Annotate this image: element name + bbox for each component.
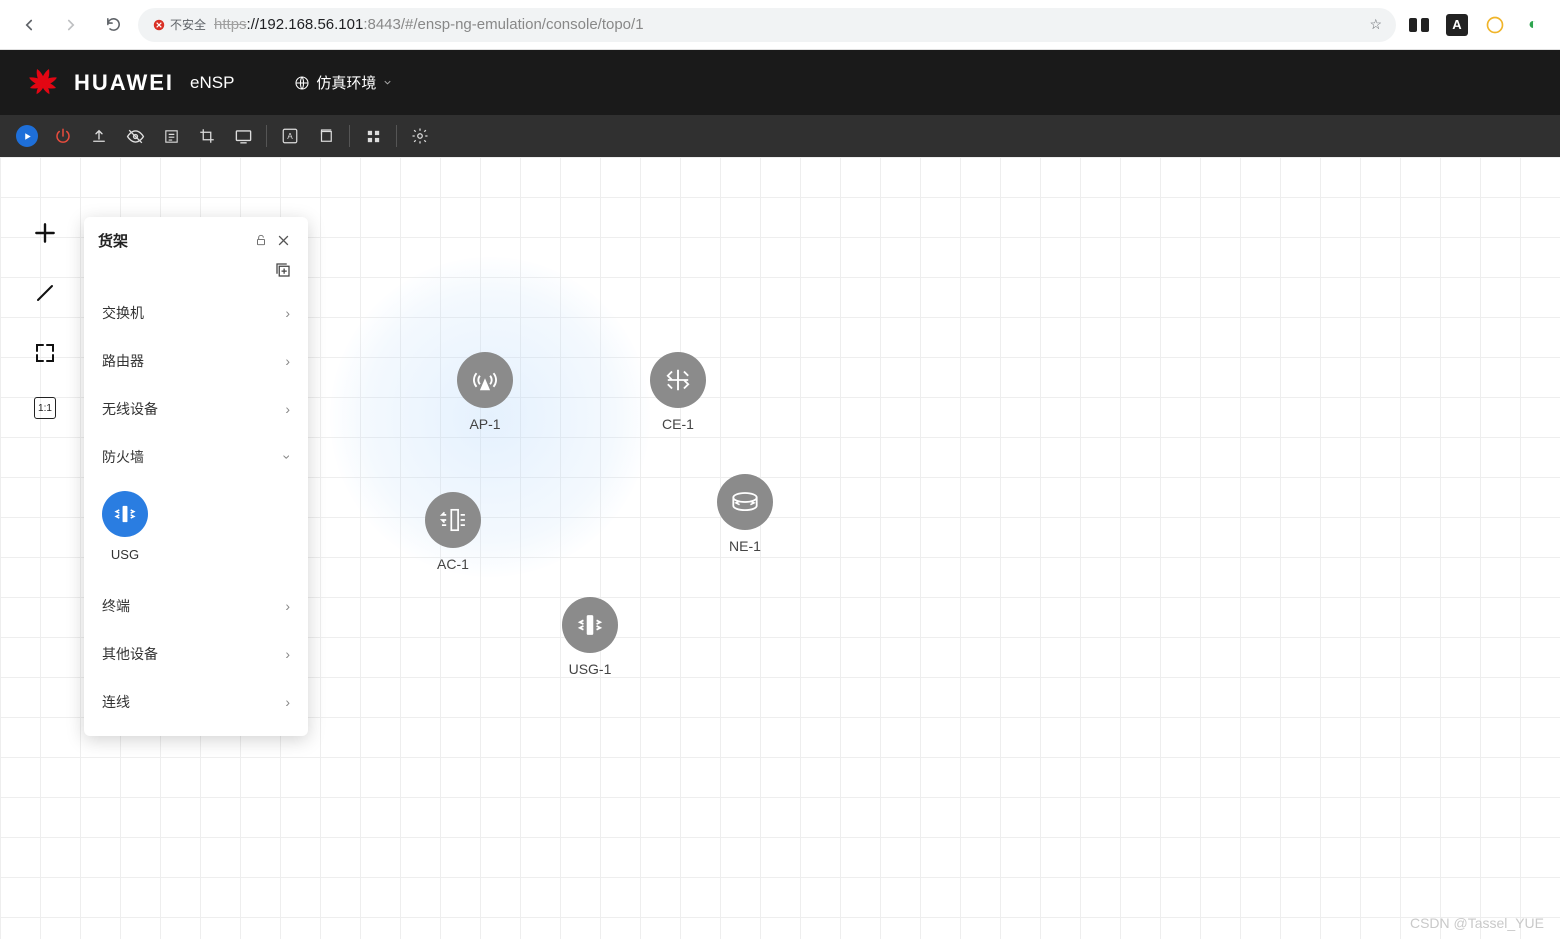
category-firewall[interactable]: 防火墙›	[88, 433, 304, 481]
node-ne-1[interactable]: NE-1	[717, 474, 773, 554]
node-label: NE-1	[729, 538, 761, 554]
chevron-right-icon: ›	[285, 353, 290, 369]
ap-icon	[457, 352, 513, 408]
line-tool[interactable]	[29, 277, 61, 309]
category-terminal[interactable]: 终端›	[88, 582, 304, 630]
extension-icon-4[interactable]: ◐	[1522, 14, 1544, 36]
grid-button[interactable]	[356, 119, 390, 153]
env-label: 仿真环境	[316, 72, 376, 93]
chevron-right-icon: ›	[285, 598, 290, 614]
upload-button[interactable]	[82, 119, 116, 153]
node-label: CE-1	[662, 416, 694, 432]
crop-button[interactable]	[190, 119, 224, 153]
ne-icon	[717, 474, 773, 530]
shelf-panel: 货架 交换机› 路由器› 无线设备› 防火墙› USG 终端› 其他设备› 连线	[84, 217, 308, 736]
settings-button[interactable]	[403, 119, 437, 153]
logo: HUAWEI eNSP	[24, 64, 234, 102]
node-ap-1[interactable]: AP-1	[457, 352, 513, 432]
chevron-right-icon: ›	[285, 646, 290, 662]
topology-canvas[interactable]: 1:1 货架 交换机› 路由器› 无线设备› 防火墙› USG	[0, 157, 1560, 939]
text-capture-button[interactable]: A	[273, 119, 307, 153]
panel-title: 货架	[98, 230, 250, 251]
back-button[interactable]	[12, 8, 46, 42]
category-other[interactable]: 其他设备›	[88, 630, 304, 678]
chevron-down-icon	[382, 77, 393, 88]
chevron-right-icon: ›	[285, 401, 290, 417]
globe-icon	[294, 75, 310, 91]
chevron-right-icon: ›	[285, 694, 290, 710]
ce-icon	[650, 352, 706, 408]
usg-label: USG	[111, 547, 139, 562]
browser-bar: 不安全 https://192.168.56.101:8443/#/ensp-n…	[0, 0, 1560, 50]
category-router[interactable]: 路由器›	[88, 337, 304, 385]
brand-name: HUAWEI	[74, 70, 174, 96]
node-ac-1[interactable]: AC-1	[425, 492, 481, 572]
category-switch[interactable]: 交换机›	[88, 289, 304, 337]
usg-icon	[102, 491, 148, 537]
reload-button[interactable]	[96, 8, 130, 42]
brand-sub: eNSP	[190, 73, 234, 93]
play-button[interactable]	[10, 119, 44, 153]
canvas-tools: 1:1	[22, 217, 68, 419]
extension-icon-2[interactable]: A	[1446, 14, 1468, 36]
add-tool[interactable]	[29, 217, 61, 249]
extension-icon-3[interactable]	[1484, 14, 1506, 36]
svg-text:A: A	[287, 132, 293, 141]
node-ce-1[interactable]: CE-1	[650, 352, 706, 432]
extension-icon-1[interactable]	[1408, 14, 1430, 36]
list-button[interactable]	[154, 119, 188, 153]
lock-icon[interactable]	[250, 229, 272, 251]
node-label: USG-1	[569, 661, 612, 677]
app-header: HUAWEI eNSP 仿真环境	[0, 50, 1560, 115]
power-button[interactable]	[46, 119, 80, 153]
ac-icon	[425, 492, 481, 548]
add-stack-icon[interactable]	[272, 259, 294, 281]
scale-tool[interactable]: 1:1	[34, 397, 56, 419]
node-label: AP-1	[469, 416, 500, 432]
usg-node-icon	[562, 597, 618, 653]
env-menu[interactable]: 仿真环境	[294, 72, 393, 93]
windows-button[interactable]	[309, 119, 343, 153]
insecure-badge: 不安全	[152, 16, 206, 33]
chevron-down-icon: ›	[280, 455, 296, 460]
toolbar: A	[0, 115, 1560, 157]
chevron-right-icon: ›	[285, 305, 290, 321]
node-label: AC-1	[437, 556, 469, 572]
fullscreen-tool[interactable]	[29, 337, 61, 369]
node-usg-1[interactable]: USG-1	[562, 597, 618, 677]
device-usg[interactable]: USG	[102, 491, 148, 562]
screen-button[interactable]	[226, 119, 260, 153]
huawei-logo-icon	[24, 64, 62, 102]
category-link[interactable]: 连线›	[88, 678, 304, 726]
visibility-button[interactable]	[118, 119, 152, 153]
watermark: CSDN @Tassel_YUE	[1410, 915, 1544, 931]
category-wireless[interactable]: 无线设备›	[88, 385, 304, 433]
address-bar[interactable]: 不安全 https://192.168.56.101:8443/#/ensp-n…	[138, 8, 1396, 42]
bookmark-icon[interactable]: ☆	[1369, 16, 1382, 33]
insecure-text: 不安全	[170, 16, 206, 33]
forward-button[interactable]	[54, 8, 88, 42]
close-icon[interactable]	[272, 229, 294, 251]
url: https://192.168.56.101:8443/#/ensp-ng-em…	[214, 16, 644, 33]
